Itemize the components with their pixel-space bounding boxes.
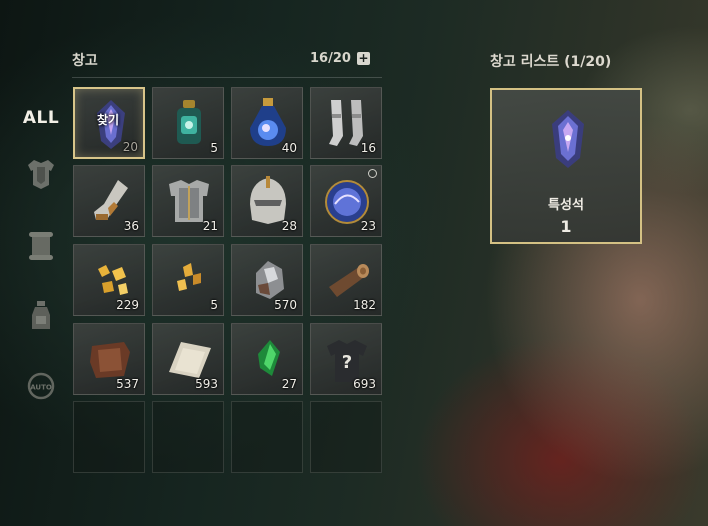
slot-qty: 5: [210, 298, 218, 312]
slot-qty: 23: [360, 219, 376, 233]
slot-qty: 570: [274, 298, 297, 312]
slot-qty: 40: [281, 141, 297, 155]
slot-magic-orb[interactable]: 23: [310, 165, 382, 237]
slot-chest-armor[interactable]: 21: [152, 165, 224, 237]
slot-greaves[interactable]: 16: [310, 87, 382, 159]
timer-icon: [368, 169, 377, 178]
slot-qty: 28: [281, 219, 297, 233]
slot-emerald[interactable]: 27: [231, 323, 303, 395]
slot-leather[interactable]: 537: [73, 323, 145, 395]
scroll-icon: [29, 232, 53, 260]
armor-icon: [28, 160, 54, 189]
slot-trait-stone[interactable]: 찾기 20: [73, 87, 145, 159]
category-scroll-tab[interactable]: [18, 224, 64, 268]
storage-list-item[interactable]: 특성석 1: [490, 88, 642, 244]
slot-qty: 182: [353, 298, 376, 312]
auto-icon-label: AUTO: [30, 384, 52, 392]
auto-icon: AUTO: [27, 372, 55, 400]
slot-cloth[interactable]: 593: [152, 323, 224, 395]
slot-qty: 537: [116, 377, 139, 391]
item-quantity: 1: [560, 217, 572, 236]
green-potion-icon: [177, 100, 201, 144]
slot-gold-ore[interactable]: 229: [73, 244, 145, 316]
svg-text:?: ?: [342, 352, 352, 373]
slot-gauntlet[interactable]: 36: [73, 165, 145, 237]
category-potion-tab[interactable]: [18, 294, 64, 338]
find-label: 찾기: [97, 113, 120, 127]
empty-slot[interactable]: [73, 401, 145, 473]
expand-storage-button[interactable]: +: [357, 52, 370, 65]
item-name: 특성석: [548, 198, 584, 213]
slot-qty: 20: [122, 140, 138, 154]
slot-qty: 593: [195, 377, 218, 391]
trait-stone-icon: [552, 110, 584, 168]
storage-capacity: 16/20: [310, 51, 351, 66]
slot-qty: 693: [353, 377, 376, 391]
empty-slot[interactable]: [310, 401, 382, 473]
slot-qty: 16: [360, 141, 376, 155]
storage-list-title: 창고 리스트 (1/20): [490, 54, 612, 70]
slot-gold-shards[interactable]: 5: [152, 244, 224, 316]
category-auto-tab[interactable]: AUTO: [18, 364, 64, 408]
slot-blue-potion[interactable]: 40: [231, 87, 303, 159]
empty-slot[interactable]: [152, 401, 224, 473]
slot-qty: 229: [116, 298, 139, 312]
slot-iron-ore[interactable]: 570: [231, 244, 303, 316]
header-divider: [72, 77, 382, 78]
empty-slot[interactable]: [231, 401, 303, 473]
slot-qty: 5: [210, 141, 218, 155]
potion-icon: [32, 301, 50, 329]
storage-screen: { "rail": { "all_label": "ALL", "categor…: [0, 0, 708, 526]
slot-qty: 21: [202, 219, 218, 233]
slot-wood-log[interactable]: 182: [310, 244, 382, 316]
category-armor-tab[interactable]: [18, 152, 64, 196]
slot-green-potion[interactable]: 5: [152, 87, 224, 159]
storage-title: 창고: [72, 53, 98, 69]
slot-qty: 36: [123, 219, 139, 233]
slot-helmet[interactable]: 28: [231, 165, 303, 237]
category-all-tab[interactable]: ALL: [18, 96, 64, 140]
slot-mystery-armor[interactable]: ? 693: [310, 323, 382, 395]
gold-shards-icon: [177, 263, 201, 291]
slot-qty: 27: [281, 377, 297, 391]
